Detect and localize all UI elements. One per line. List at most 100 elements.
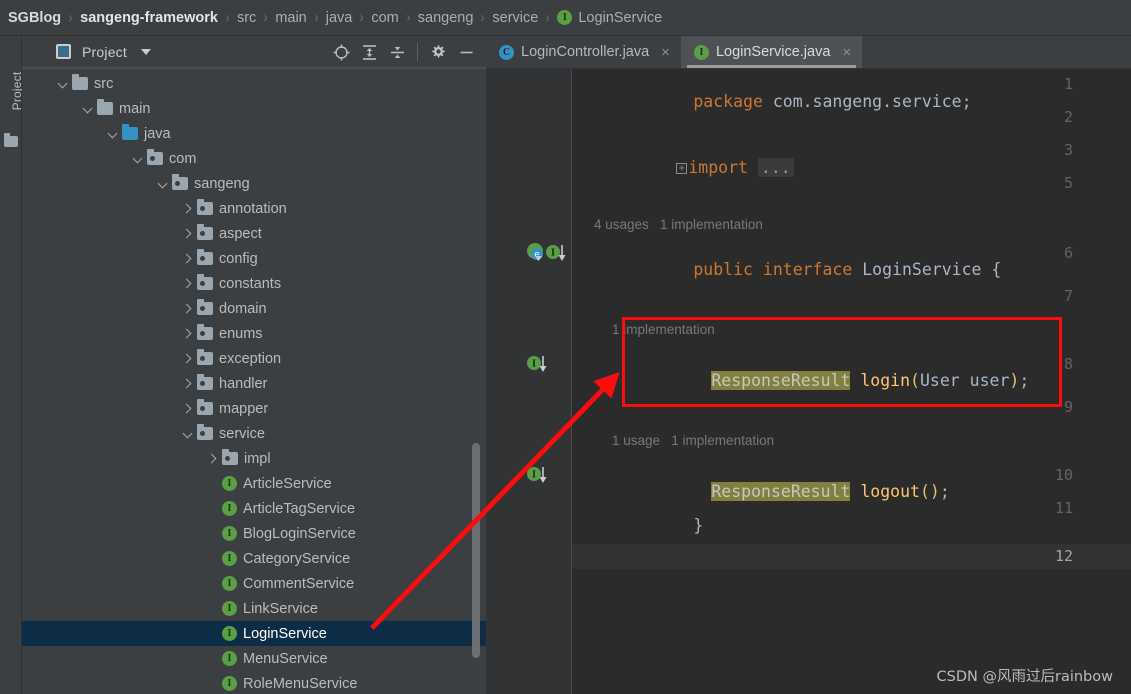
package-icon — [197, 374, 213, 390]
settings-gear-icon[interactable] — [424, 38, 452, 66]
hide-icon[interactable] — [452, 38, 480, 66]
tree-node-linkservice[interactable]: I LinkService — [22, 596, 486, 621]
source-root-folder-icon — [122, 124, 138, 140]
param-name-user: user — [969, 371, 1010, 390]
svg-text:I: I — [551, 249, 555, 259]
breadcrumb-item-module[interactable]: sangeng-framework — [80, 10, 218, 26]
tree-node-articleservice[interactable]: I ArticleService — [22, 471, 486, 496]
tree-node-enums[interactable]: enums — [22, 321, 486, 346]
tab-login-controller[interactable]: C LoginController.java × — [486, 36, 681, 68]
breadcrumb-separator: › — [314, 9, 319, 26]
code-editor[interactable]: 1 2 3 5 6 7 8 9 10 11 12 e I I I package… — [486, 69, 1131, 694]
close-brace: } — [693, 516, 704, 535]
chevron-down-icon[interactable] — [156, 177, 169, 190]
chevron-down-icon[interactable] — [140, 48, 151, 55]
chevron-right-icon[interactable] — [181, 302, 194, 315]
tree-node-label: main — [119, 100, 151, 117]
fold-expand-icon[interactable]: + — [676, 163, 688, 174]
open-brace: { — [981, 260, 1002, 279]
chevron-down-icon[interactable] — [81, 102, 94, 115]
gutter-icon-line-8[interactable]: I — [526, 354, 552, 379]
editor-gutter[interactable] — [486, 69, 572, 694]
package-icon — [172, 174, 188, 190]
close-icon[interactable]: × — [661, 45, 670, 60]
chevron-right-icon[interactable] — [181, 327, 194, 340]
tree-node-label: aspect — [219, 225, 262, 242]
breadcrumb-item-main[interactable]: main — [275, 10, 306, 26]
chevron-down-icon[interactable] — [131, 152, 144, 165]
interface-icon: I — [222, 601, 237, 616]
tab-login-service[interactable]: I LoginService.java × — [680, 36, 863, 68]
keyword-package: package — [693, 92, 763, 111]
tree-node-categoryservice[interactable]: I CategoryService — [22, 546, 486, 571]
package-icon — [197, 224, 213, 240]
semicolon: ; — [939, 482, 950, 501]
breadcrumb-item-service[interactable]: service — [492, 10, 538, 26]
tree-node-rolemenuservice[interactable]: I RoleMenuService — [22, 671, 486, 694]
semicolon: ; — [1019, 371, 1030, 390]
tree-node-main[interactable]: main — [22, 96, 486, 121]
tree-node-impl[interactable]: impl — [22, 446, 486, 471]
chevron-right-icon[interactable] — [181, 377, 194, 390]
chevron-down-icon[interactable] — [181, 427, 194, 440]
keyword-interface: interface — [762, 260, 853, 279]
project-tree[interactable]: src main java com sangeng annotation aspect con… — [22, 68, 486, 694]
gutter-icon-line-10[interactable]: I — [526, 465, 552, 490]
breadcrumb-item-current[interactable]: I LoginService — [557, 10, 662, 26]
chevron-down-icon[interactable] — [106, 127, 119, 140]
tree-node-articletagservice[interactable]: I ArticleTagService — [22, 496, 486, 521]
chevron-right-icon[interactable] — [206, 452, 219, 465]
tree-node-label: ArticleService — [243, 475, 332, 492]
tree-node-aspect[interactable]: aspect — [22, 221, 486, 246]
tree-node-loginservice[interactable]: I LoginService — [22, 621, 486, 646]
chevron-right-icon[interactable] — [181, 252, 194, 265]
chevron-right-icon[interactable] — [181, 277, 194, 290]
tree-node-config[interactable]: config — [22, 246, 486, 271]
project-tool-window: Project src main java com sangeng annota… — [22, 36, 486, 694]
breadcrumb-item-sangeng[interactable]: sangeng — [418, 10, 474, 26]
expand-all-icon[interactable] — [355, 38, 383, 66]
breadcrumb-item-com[interactable]: com — [371, 10, 398, 26]
chevron-down-icon[interactable] — [56, 77, 69, 90]
inlay-hint-line-10[interactable]: 1 usage 1 implementation — [612, 433, 774, 448]
inlay-hint-line-8[interactable]: 1 implementation — [612, 322, 715, 337]
breadcrumb: SGBlog › sangeng-framework › src › main … — [0, 0, 1131, 36]
breadcrumb-item-src[interactable]: src — [237, 10, 256, 26]
tree-node-src[interactable]: src — [22, 71, 486, 96]
tree-node-service[interactable]: service — [22, 421, 486, 446]
tree-node-label: LoginService — [243, 625, 327, 642]
chevron-right-icon[interactable] — [181, 202, 194, 215]
close-icon[interactable]: × — [842, 45, 851, 60]
tree-node-domain[interactable]: domain — [22, 296, 486, 321]
tree-node-label: annotation — [219, 200, 287, 217]
tree-node-sangeng[interactable]: sangeng — [22, 171, 486, 196]
tree-node-menuservice[interactable]: I MenuService — [22, 646, 486, 671]
tree-node-mapper[interactable]: mapper — [22, 396, 486, 421]
inlay-hint-line-6[interactable]: 4 usages 1 implementation — [594, 217, 763, 232]
chevron-right-icon[interactable] — [181, 402, 194, 415]
chevron-right-icon[interactable] — [181, 352, 194, 365]
tree-node-com[interactable]: com — [22, 146, 486, 171]
chevron-right-icon[interactable] — [181, 227, 194, 240]
code-content[interactable]: package com.sangeng.service; + import ...… — [572, 69, 1131, 694]
select-opened-file-icon[interactable] — [327, 38, 355, 66]
tree-node-label: sangeng — [194, 175, 250, 192]
tree-node-handler[interactable]: handler — [22, 371, 486, 396]
tree-node-commentservice[interactable]: I CommentService — [22, 571, 486, 596]
tree-node-label: enums — [219, 325, 263, 342]
tree-node-exception[interactable]: exception — [22, 346, 486, 371]
tree-node-java[interactable]: java — [22, 121, 486, 146]
tree-node-annotation[interactable]: annotation — [22, 196, 486, 221]
tree-scroll-edge — [22, 68, 486, 70]
folded-imports-placeholder[interactable]: ... — [757, 158, 794, 177]
tree-node-constants[interactable]: constants — [22, 271, 486, 296]
tree-node-blogloginservice[interactable]: I BlogLoginService — [22, 521, 486, 546]
gutter-icons-line-6[interactable]: e I — [526, 243, 568, 268]
breadcrumb-item-project[interactable]: SGBlog — [8, 10, 61, 26]
collapse-all-icon[interactable] — [383, 38, 411, 66]
tree-scrollbar[interactable] — [472, 443, 480, 658]
breadcrumb-item-java[interactable]: java — [326, 10, 353, 26]
